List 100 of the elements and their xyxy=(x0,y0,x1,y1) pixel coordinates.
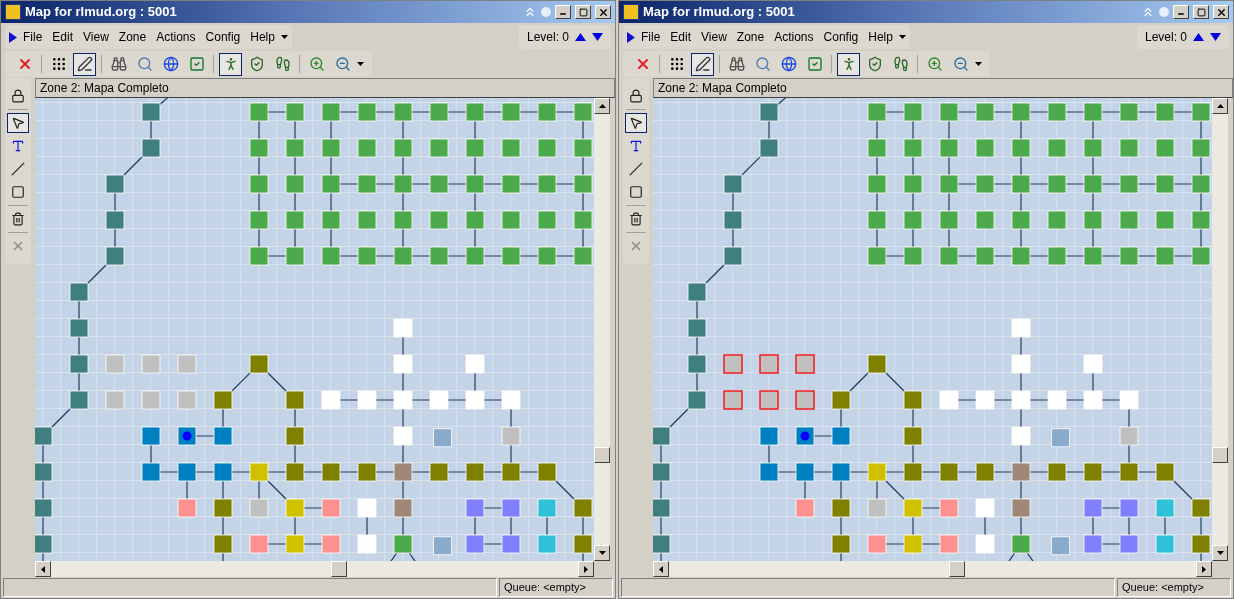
menu-item[interactable]: Zone xyxy=(114,28,151,46)
level-up-icon[interactable] xyxy=(1193,33,1204,41)
level-label: Level: 0 xyxy=(1144,29,1187,46)
vertical-scrollbar[interactable] xyxy=(594,98,610,561)
footprints-icon xyxy=(274,56,291,72)
zoom-in-icon xyxy=(308,56,325,72)
horizontal-scrollbar[interactable] xyxy=(35,561,594,577)
up-arrow-icon xyxy=(1216,104,1224,108)
vertical-scrollbar[interactable] xyxy=(1212,98,1228,561)
scroll-left-button[interactable] xyxy=(653,561,669,577)
rectangle-icon xyxy=(11,185,25,199)
up-arrow-icon xyxy=(598,104,606,108)
right-arrow-icon xyxy=(584,565,588,573)
map-canvas[interactable] xyxy=(653,98,1212,561)
room-marker[interactable] xyxy=(795,390,815,410)
queue-status: Queue: <empty> xyxy=(504,580,586,596)
minimize-icon xyxy=(1177,10,1185,18)
pen-icon xyxy=(76,56,93,72)
line-icon xyxy=(629,162,643,176)
scroll-left-button[interactable] xyxy=(35,561,51,577)
scroll-down-button[interactable] xyxy=(1212,545,1228,561)
menu-item[interactable]: File xyxy=(637,28,665,46)
checkbox-icon xyxy=(188,56,205,72)
room-marker[interactable] xyxy=(759,390,779,410)
down-arrow-icon xyxy=(1216,551,1224,555)
trash-icon xyxy=(11,212,25,226)
checkbox-icon xyxy=(806,56,823,72)
search-icon xyxy=(136,56,153,72)
maximize-button[interactable] xyxy=(1193,5,1209,19)
minimize-icon xyxy=(559,10,567,18)
toolbar-button[interactable] xyxy=(73,52,96,76)
trash-icon xyxy=(629,212,643,226)
roll-up-icon[interactable] xyxy=(523,5,537,19)
zone-label: Zone 2: Mapa Completo xyxy=(40,80,169,97)
caret-icon[interactable] xyxy=(898,35,906,39)
tool-button[interactable] xyxy=(625,113,647,133)
toolbar-button[interactable] xyxy=(219,52,242,76)
menu-item[interactable]: View xyxy=(697,28,731,46)
scroll-up-button[interactable] xyxy=(1212,98,1228,114)
lock-icon xyxy=(629,89,643,103)
menu-item[interactable]: Help xyxy=(864,28,897,46)
scroll-thumb[interactable] xyxy=(1212,447,1228,463)
minimize-button[interactable] xyxy=(1173,5,1189,19)
menu-item[interactable]: File xyxy=(19,28,47,46)
scroll-thumb[interactable] xyxy=(331,561,347,577)
tool-button[interactable] xyxy=(7,113,29,133)
level-up-icon[interactable] xyxy=(575,33,586,41)
shield-icon xyxy=(866,56,883,72)
toolbar-button[interactable] xyxy=(691,52,714,76)
scroll-thumb[interactable] xyxy=(949,561,965,577)
app-logo-icon xyxy=(5,4,21,20)
dots-icon xyxy=(668,56,685,72)
pin-icon[interactable] xyxy=(541,7,551,17)
menu-item[interactable]: Zone xyxy=(732,28,769,46)
close-button[interactable] xyxy=(595,5,611,19)
level-down-icon[interactable] xyxy=(592,33,603,41)
close-icon xyxy=(1215,6,1227,18)
toolbar-button[interactable] xyxy=(837,52,860,76)
close-button[interactable] xyxy=(1213,5,1229,19)
search-icon xyxy=(754,56,771,72)
close-icon xyxy=(629,239,643,253)
caret-icon[interactable] xyxy=(357,62,364,66)
lock-icon xyxy=(11,89,25,103)
pointer-icon xyxy=(11,116,25,130)
menu-item[interactable]: Edit xyxy=(666,28,696,46)
play-icon xyxy=(9,31,17,43)
left-arrow-icon xyxy=(41,565,45,573)
room-marker[interactable] xyxy=(723,390,743,410)
maximize-button[interactable] xyxy=(575,5,591,19)
scroll-thumb[interactable] xyxy=(594,447,610,463)
room-marker[interactable] xyxy=(759,354,779,374)
caret-icon[interactable] xyxy=(975,62,982,66)
room-marker[interactable] xyxy=(723,354,743,374)
pin-icon[interactable] xyxy=(1159,7,1169,17)
pen-icon xyxy=(694,56,711,72)
level-down-icon[interactable] xyxy=(1210,33,1221,41)
scroll-down-button[interactable] xyxy=(594,545,610,561)
zoom-out-icon xyxy=(334,56,351,72)
minimize-button[interactable] xyxy=(555,5,571,19)
menu-item[interactable]: Actions xyxy=(770,28,818,46)
menu-item[interactable]: Help xyxy=(246,28,279,46)
globe-icon xyxy=(162,56,179,72)
caret-icon[interactable] xyxy=(280,35,288,39)
left-arrow-icon xyxy=(659,565,663,573)
footprints-icon xyxy=(892,56,909,72)
menu-item[interactable]: Config xyxy=(201,28,245,46)
menu-item[interactable]: Edit xyxy=(48,28,78,46)
menu-item[interactable]: View xyxy=(79,28,113,46)
room-marker[interactable] xyxy=(795,354,815,374)
menu-item[interactable]: Config xyxy=(819,28,863,46)
dots-icon xyxy=(50,56,67,72)
menu-item[interactable]: Actions xyxy=(152,28,200,46)
roll-up-icon[interactable] xyxy=(1141,5,1155,19)
horizontal-scrollbar[interactable] xyxy=(653,561,1212,577)
zoom-in-icon xyxy=(926,56,943,72)
scroll-up-button[interactable] xyxy=(594,98,610,114)
rectangle-icon xyxy=(629,185,643,199)
scroll-right-button[interactable] xyxy=(1196,561,1212,577)
window-title: Map for rlmud.org : 5001 xyxy=(643,3,796,22)
scroll-right-button[interactable] xyxy=(578,561,594,577)
